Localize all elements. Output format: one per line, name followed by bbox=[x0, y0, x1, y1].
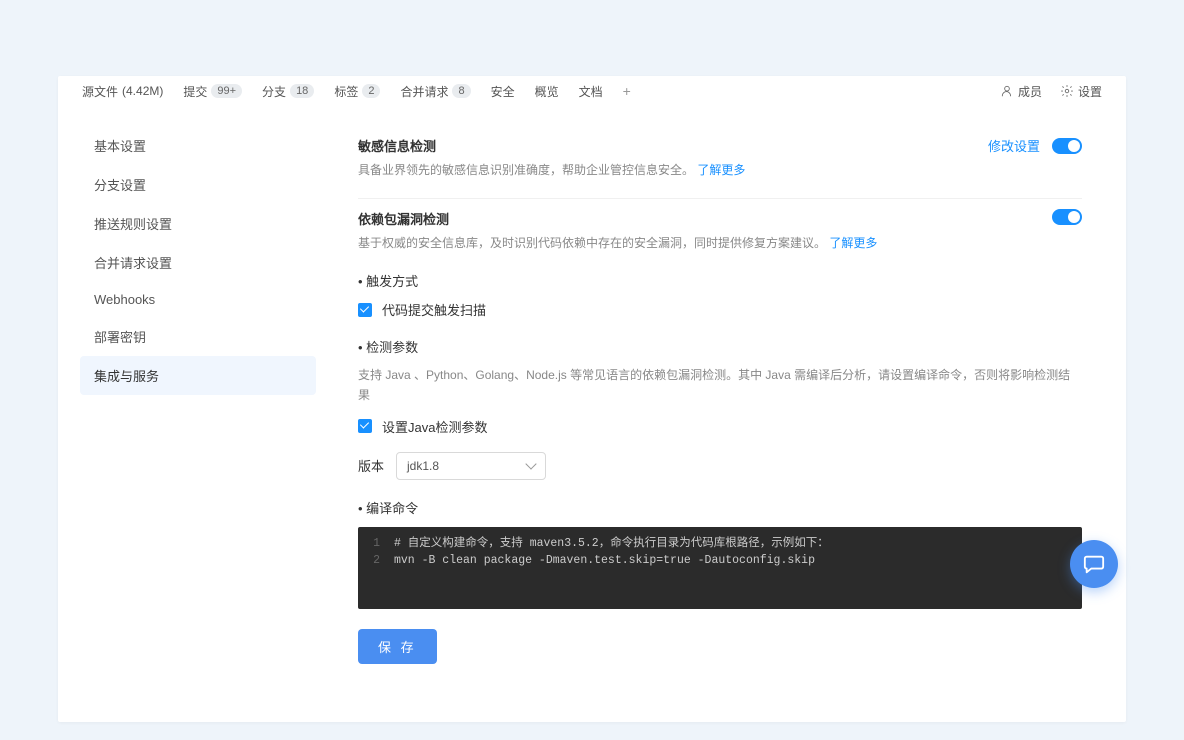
nav-members[interactable]: 成员 bbox=[1000, 83, 1042, 100]
chat-icon bbox=[1083, 553, 1105, 575]
nav-commits-badge: 99+ bbox=[211, 84, 242, 98]
sensitive-learn-more[interactable]: 了解更多 bbox=[697, 163, 745, 177]
sidebar-item-branch[interactable]: 分支设置 bbox=[80, 165, 316, 204]
sidebar-item-basic[interactable]: 基本设置 bbox=[80, 126, 316, 165]
trigger-checkbox[interactable] bbox=[358, 303, 372, 317]
dependency-learn-more[interactable]: 了解更多 bbox=[829, 236, 877, 250]
nav-docs[interactable]: 文档 bbox=[579, 83, 603, 100]
code-line-1: 1 # 自定义构建命令，支持 maven3.5.2，命令执行目录为代码库根路径，… bbox=[370, 535, 1070, 552]
line-text-1: # 自定义构建命令，支持 maven3.5.2，命令执行目录为代码库根路径，示例… bbox=[394, 535, 829, 552]
nav-tags-badge: 2 bbox=[362, 84, 380, 98]
nav-tags[interactable]: 标签 2 bbox=[334, 83, 380, 100]
sensitive-desc-text: 具备业界领先的敏感信息识别准确度，帮助企业管控信息安全。 bbox=[358, 163, 697, 177]
compile-code-editor[interactable]: 1 # 自定义构建命令，支持 maven3.5.2，命令执行目录为代码库根路径，… bbox=[358, 527, 1082, 609]
dependency-desc: 基于权威的安全信息库，及时识别代码依赖中存在的安全漏洞，同时提供修复方案建议。 … bbox=[358, 234, 877, 253]
nav-security[interactable]: 安全 bbox=[491, 83, 515, 100]
sidebar-item-deploy-keys[interactable]: 部署密钥 bbox=[80, 317, 316, 356]
dependency-title: 依赖包漏洞检测 bbox=[358, 209, 877, 228]
dependency-toggle[interactable] bbox=[1052, 209, 1082, 225]
nav-mr-label: 合并请求 bbox=[400, 83, 448, 100]
nav-branches[interactable]: 分支 18 bbox=[262, 83, 314, 100]
version-selected-value: jdk1.8 bbox=[407, 459, 439, 473]
code-line-2: 2 mvn -B clean package -Dmaven.test.skip… bbox=[370, 552, 1070, 569]
nav-mr-badge: 8 bbox=[452, 84, 470, 98]
section-dependency: 依赖包漏洞检测 基于权威的安全信息库，及时识别代码依赖中存在的安全漏洞，同时提供… bbox=[358, 199, 1082, 682]
nav-source-size: (4.42M) bbox=[122, 84, 163, 98]
section-sensitive: 敏感信息检测 具备业界领先的敏感信息识别准确度，帮助企业管控信息安全。 了解更多… bbox=[358, 126, 1082, 199]
user-icon bbox=[1000, 84, 1014, 98]
top-nav: 源文件 (4.42M) 提交 99+ 分支 18 标签 2 合并请求 8 bbox=[58, 76, 1126, 106]
version-label: 版本 bbox=[358, 456, 384, 475]
version-select[interactable]: jdk1.8 bbox=[396, 452, 546, 480]
java-params-checkbox[interactable] bbox=[358, 419, 372, 433]
dependency-desc-text: 基于权威的安全信息库，及时识别代码依赖中存在的安全漏洞，同时提供修复方案建议。 bbox=[358, 236, 829, 250]
nav-members-label: 成员 bbox=[1018, 83, 1042, 100]
sidebar-item-merge[interactable]: 合并请求设置 bbox=[80, 243, 316, 282]
nav-branches-badge: 18 bbox=[290, 84, 314, 98]
nav-source-label: 源文件 bbox=[82, 83, 118, 100]
sidebar-item-push-rules[interactable]: 推送规则设置 bbox=[80, 204, 316, 243]
sidebar-item-integrations[interactable]: 集成与服务 bbox=[80, 356, 316, 395]
trigger-heading: • 触发方式 bbox=[358, 271, 1082, 290]
nav-overview[interactable]: 概览 bbox=[535, 83, 559, 100]
params-heading: • 检测参数 bbox=[358, 337, 1082, 356]
java-params-label: 设置Java检测参数 bbox=[382, 417, 487, 436]
line-num-1: 1 bbox=[370, 535, 394, 552]
nav-commits[interactable]: 提交 99+ bbox=[183, 83, 242, 100]
params-desc: 支持 Java 、Python、Golang、Node.js 等常见语言的依赖包… bbox=[358, 366, 1082, 404]
nav-add-icon[interactable]: + bbox=[623, 83, 631, 99]
nav-source-files[interactable]: 源文件 (4.42M) bbox=[82, 83, 163, 100]
sidebar-item-webhooks[interactable]: Webhooks bbox=[80, 282, 316, 317]
gear-icon bbox=[1060, 84, 1074, 98]
main-content: 敏感信息检测 具备业界领先的敏感信息识别准确度，帮助企业管控信息安全。 了解更多… bbox=[338, 106, 1126, 722]
compile-heading: • 编译命令 bbox=[358, 498, 1082, 517]
sensitive-desc: 具备业界领先的敏感信息识别准确度，帮助企业管控信息安全。 了解更多 bbox=[358, 161, 745, 180]
nav-commits-label: 提交 bbox=[183, 83, 207, 100]
trigger-checkbox-label: 代码提交触发扫描 bbox=[382, 300, 486, 319]
nav-settings[interactable]: 设置 bbox=[1060, 83, 1102, 100]
line-num-2: 2 bbox=[370, 552, 394, 569]
nav-settings-label: 设置 bbox=[1078, 83, 1102, 100]
nav-merge-requests[interactable]: 合并请求 8 bbox=[400, 83, 470, 100]
nav-tags-label: 标签 bbox=[334, 83, 358, 100]
chevron-down-icon bbox=[525, 459, 536, 470]
chat-fab[interactable] bbox=[1070, 540, 1118, 588]
line-text-2: mvn -B clean package -Dmaven.test.skip=t… bbox=[394, 552, 815, 569]
nav-branches-label: 分支 bbox=[262, 83, 286, 100]
save-button[interactable]: 保 存 bbox=[358, 629, 437, 664]
modify-settings-link[interactable]: 修改设置 bbox=[988, 136, 1040, 155]
sidebar: 基本设置 分支设置 推送规则设置 合并请求设置 Webhooks 部署密钥 集成… bbox=[58, 106, 338, 722]
sensitive-title: 敏感信息检测 bbox=[358, 136, 745, 155]
sensitive-toggle[interactable] bbox=[1052, 138, 1082, 154]
